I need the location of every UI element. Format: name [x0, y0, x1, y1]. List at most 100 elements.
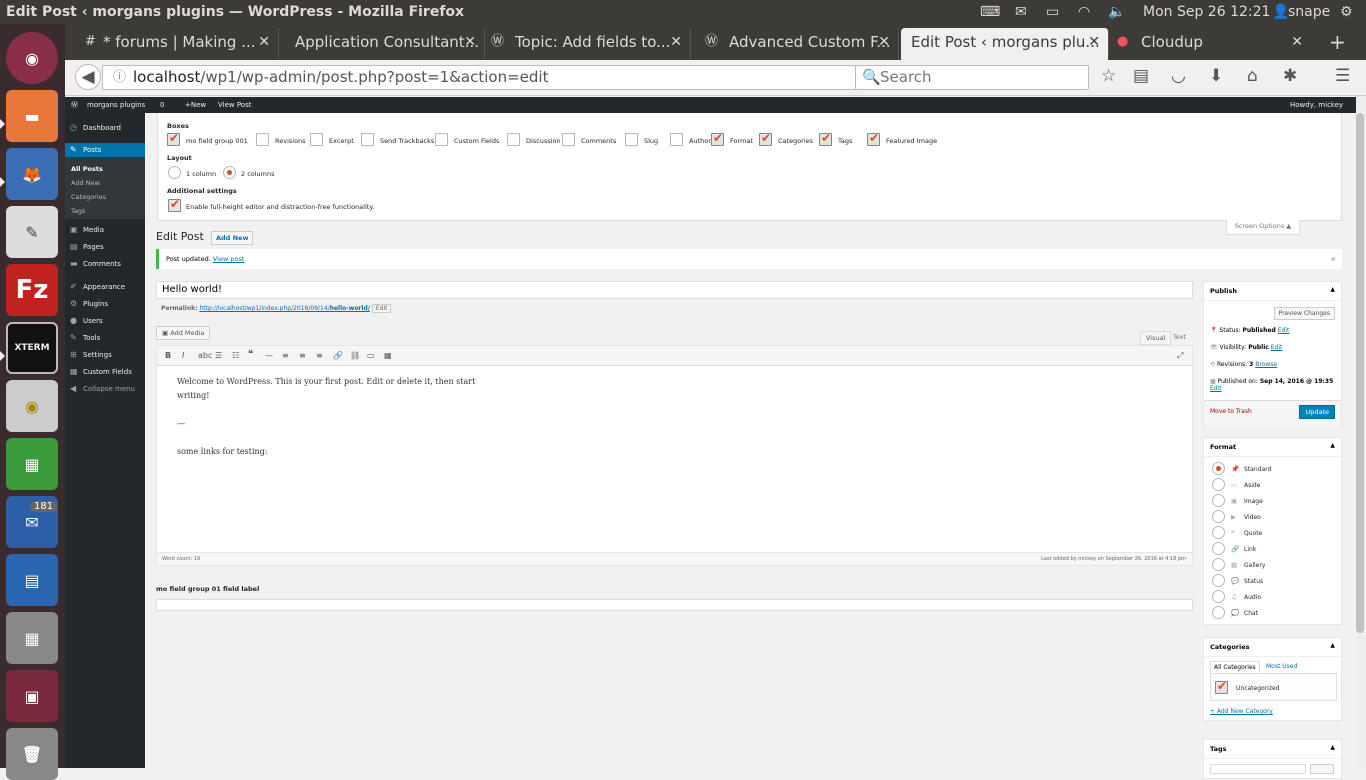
format-radio-image[interactable] [1212, 494, 1225, 507]
full-height-editor-checkbox[interactable] [168, 197, 181, 212]
align-right-icon[interactable]: ≡ [316, 351, 323, 360]
box-checkbox-comments[interactable] [562, 133, 575, 146]
collapse-icon[interactable]: ▲ [1330, 744, 1335, 751]
bold-icon[interactable]: B [165, 351, 171, 360]
add-new-button[interactable]: Add New [211, 231, 254, 245]
acf-field-input[interactable] [156, 599, 1193, 611]
box-checkbox-custom-fields[interactable] [435, 133, 448, 146]
menu-pages[interactable]: ▤ Pages [65, 240, 145, 254]
align-left-icon[interactable]: ≡ [282, 351, 289, 360]
collapse-icon[interactable]: ▲ [1330, 642, 1335, 649]
screen-options-toggle[interactable]: Screen Options ▲ [1226, 220, 1300, 235]
collapse-icon[interactable]: ▲ [1330, 442, 1335, 449]
menu-appearance[interactable]: ✐ Appearance [65, 280, 145, 294]
tab-visual[interactable]: Visual [1140, 331, 1172, 345]
menu-users[interactable]: ● Users [65, 314, 145, 328]
bookmark-star-icon[interactable]: ☆ [1101, 66, 1116, 86]
edit-permalink-button[interactable]: Edit [371, 304, 392, 313]
read-more-icon[interactable]: ▭ [367, 351, 375, 360]
xterm-icon[interactable]: XTERM [6, 322, 58, 374]
workspace-icon[interactable]: ▣ [6, 670, 58, 722]
new-content[interactable]: + New [185, 97, 206, 113]
comments-count[interactable]: 0 [160, 97, 164, 113]
download-icon[interactable]: ⬇ [1209, 66, 1223, 86]
writer-icon[interactable]: ▤ [6, 554, 58, 606]
close-tab-icon[interactable]: ✕ [1291, 28, 1303, 56]
close-tab-icon[interactable]: ✕ [1088, 28, 1100, 56]
calculator-icon[interactable]: ▦ [6, 612, 58, 664]
mail-icon[interactable]: ✉ [1015, 0, 1027, 24]
new-tab-button[interactable]: + [1321, 28, 1351, 60]
trash-icon[interactable]: 🗑 [6, 728, 58, 780]
collapse-icon[interactable]: ▲ [1330, 286, 1335, 293]
bullet-list-icon[interactable]: ☰ [215, 351, 222, 360]
submenu-add-new[interactable]: Add New [71, 179, 100, 187]
close-tab-icon[interactable]: ✕ [464, 28, 476, 56]
view-post-link[interactable]: View Post [218, 97, 251, 113]
tab-text[interactable]: Text [1168, 331, 1191, 343]
format-radio-link[interactable] [1212, 542, 1225, 555]
search-input[interactable]: 🔍 Search [855, 65, 1089, 90]
format-radio-quote[interactable] [1212, 526, 1225, 539]
view-post-link[interactable]: View post [213, 255, 245, 263]
submenu-categories[interactable]: Categories [71, 193, 106, 201]
edit-visibility-link[interactable]: Edit [1271, 344, 1283, 351]
permalink-link[interactable]: http://localhost/wp1/index.php/2016/09/1… [199, 305, 370, 312]
menu-settings[interactable]: ⊞ Settings [65, 348, 145, 362]
close-tab-icon[interactable]: ✕ [878, 28, 890, 56]
reading-list-icon[interactable]: ▤ [1133, 66, 1149, 86]
submenu-tags[interactable]: Tags [71, 207, 85, 215]
site-name[interactable]: morgans plugins [87, 97, 145, 113]
browse-revisions-link[interactable]: Browse [1255, 361, 1277, 368]
wifi-icon[interactable]: ◠ [1078, 0, 1090, 24]
format-radio-status[interactable] [1212, 574, 1225, 587]
align-center-icon[interactable]: ≡ [299, 351, 306, 360]
format-radio-audio[interactable] [1212, 590, 1225, 603]
back-button[interactable]: ◀ [75, 64, 101, 90]
fullscreen-icon[interactable]: ⤢ [1177, 351, 1183, 361]
category-uncategorized-checkbox[interactable] [1215, 679, 1228, 694]
unlink-icon[interactable]: ⛓ [350, 351, 360, 360]
tab-forums[interactable]: # * forums | Making ... ✕ [79, 28, 279, 60]
speaker-icon[interactable]: ◉ [6, 380, 58, 432]
menu-tools[interactable]: ✎ Tools [65, 331, 145, 345]
add-tag-button[interactable] [1310, 764, 1334, 774]
format-radio-gallery[interactable] [1212, 558, 1225, 571]
horizontal-line-icon[interactable]: — [265, 351, 273, 360]
move-to-trash-link[interactable]: Move to Trash [1210, 408, 1252, 415]
update-button[interactable]: Update [1299, 405, 1335, 419]
format-radio-chat[interactable] [1212, 606, 1225, 619]
url-bar[interactable]: ⓘ localhost/wp1/wp-admin/post.php?post=1&… [102, 65, 910, 90]
box-checkbox-featured-image[interactable] [867, 131, 880, 146]
box-checkbox-author[interactable] [670, 133, 683, 146]
box-checkbox-revisions[interactable] [256, 133, 269, 146]
menu-icon[interactable]: ☰ [1335, 66, 1350, 86]
tab-topic[interactable]: Ⓦ Topic: Add fields to... ✕ [485, 28, 691, 60]
tab-all-categories[interactable]: All Categories [1210, 661, 1260, 673]
files-icon[interactable]: ▬ [6, 90, 58, 142]
submenu-all-posts[interactable]: All Posts [71, 165, 103, 173]
firefox-icon[interactable]: 🦊 [6, 148, 58, 200]
volume-icon[interactable]: 🔈 [1108, 0, 1125, 24]
numbered-list-icon[interactable]: ☷ [232, 351, 239, 360]
tab-acf[interactable]: Ⓦ Advanced Custom F... ✕ [691, 28, 899, 60]
text-editor-icon[interactable]: ✎ [6, 206, 58, 258]
menu-dashboard[interactable]: ◷ Dashboard [65, 121, 145, 135]
menu-posts[interactable]: ✎ Posts [65, 143, 145, 157]
filezilla-icon[interactable]: Fz [6, 264, 58, 316]
format-radio-standard[interactable] [1212, 462, 1225, 475]
close-tab-icon[interactable]: ✕ [670, 28, 682, 56]
strikethrough-icon[interactable]: abc [198, 351, 212, 360]
clock[interactable]: Mon Sep 26 12:21 [1143, 0, 1270, 24]
add-new-category-link[interactable]: + Add New Category [1210, 708, 1273, 715]
add-media-button[interactable]: ▣ Add Media [156, 326, 211, 340]
spreadsheet-icon[interactable]: ▦ [6, 438, 58, 490]
howdy-user[interactable]: Howdy, mickey [1290, 97, 1343, 113]
box-checkbox-tags[interactable] [819, 131, 832, 146]
box-checkbox-categories[interactable] [759, 131, 772, 146]
battery-icon[interactable]: ▭ [1046, 0, 1059, 24]
box-checkbox-format[interactable] [711, 131, 724, 146]
tab-most-used[interactable]: Most Used [1266, 663, 1297, 670]
layout-1-column-radio[interactable] [168, 166, 181, 179]
menu-media[interactable]: ▣ Media [65, 223, 145, 237]
